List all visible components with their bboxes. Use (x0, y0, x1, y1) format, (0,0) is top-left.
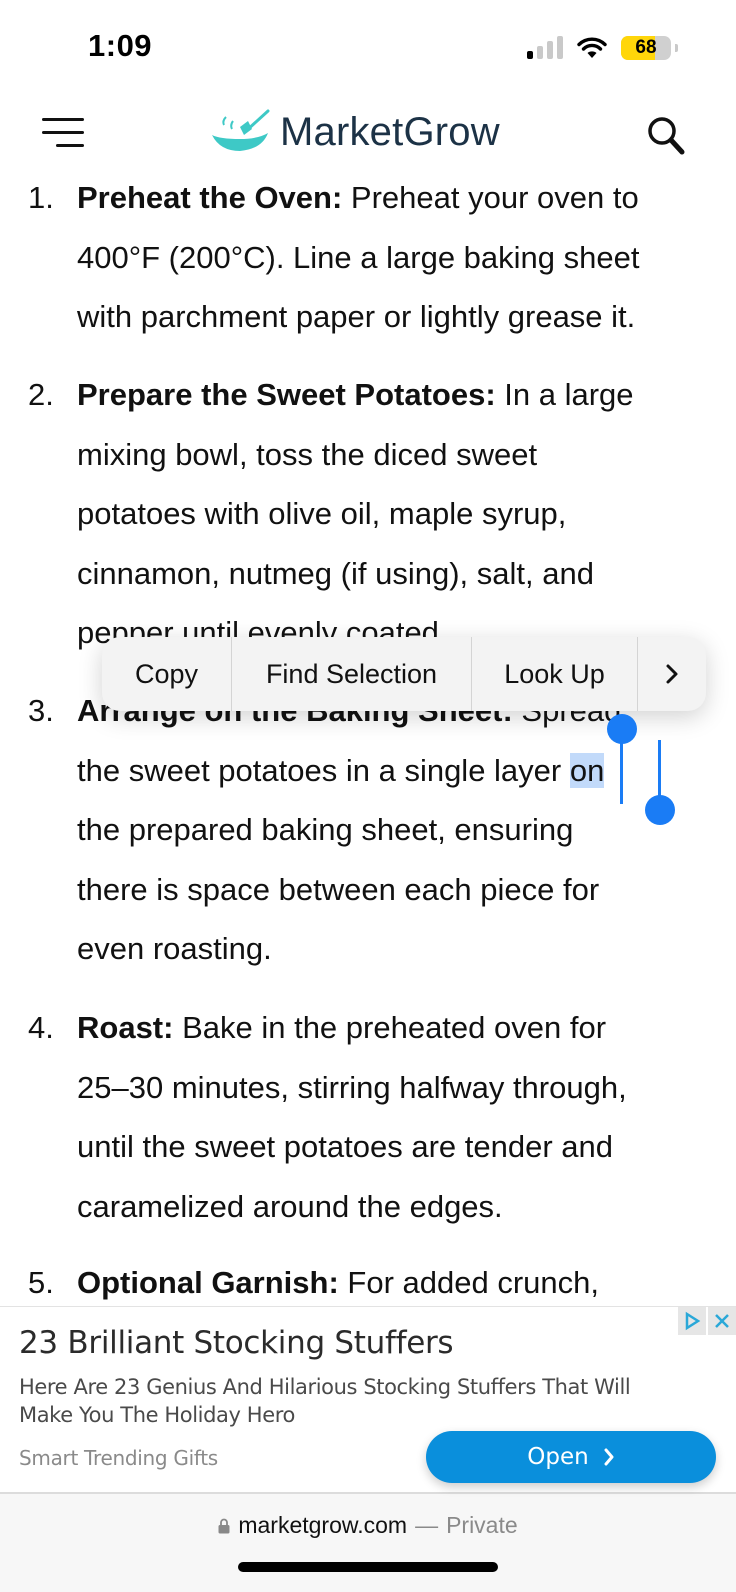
step-text-line: caramelized around the edges. (77, 1189, 503, 1225)
step-text-line: the sweet potatoes in a single layer on (77, 752, 605, 789)
step-body-text: In a large (495, 377, 634, 412)
step-text-line: until the sweet potatoes are tender and (77, 1129, 613, 1165)
step-number: 2. (28, 377, 54, 412)
copy-button[interactable]: Copy (102, 637, 232, 711)
browsing-mode: Private (446, 1512, 518, 1538)
ad-open-label: Open (527, 1444, 589, 1470)
step-text-line: Prepare the Sweet Potatoes: In a large (77, 377, 634, 413)
cellular-signal-icon (527, 36, 563, 59)
ad-source: Smart Trending Gifts (19, 1446, 218, 1470)
step-body-text: mixing bowl, toss the diced sweet (77, 436, 538, 472)
ad-title[interactable]: 23 Brilliant Stocking Stuffers (19, 1325, 454, 1361)
step-number: 4. (28, 1010, 54, 1045)
step-body-text: until the sweet potatoes are tender and (77, 1129, 613, 1164)
chevron-right-icon (666, 664, 678, 684)
find-selection-button[interactable]: Find Selection (232, 637, 472, 711)
step-text-line: cinnamon, nutmeg (if using), salt, and (77, 556, 594, 592)
step-body-text: the sweet potatoes in a single layer (77, 752, 570, 788)
text-selection-menu: Copy Find Selection Look Up (102, 637, 706, 711)
step-text-line: with parchment paper or lightly grease i… (77, 299, 635, 335)
step-number: 5. (28, 1265, 54, 1300)
ad-description[interactable]: Here Are 23 Genius And Hilarious Stockin… (19, 1373, 679, 1429)
step-text-line: 25–30 minutes, stirring halfway through, (77, 1070, 627, 1106)
more-options-button[interactable] (638, 637, 706, 711)
battery-level: 68 (635, 37, 657, 58)
lock-icon (218, 1518, 230, 1533)
step-body-text: cinnamon, nutmeg (if using), salt, and (77, 555, 594, 591)
step-body-text: 400°F (200°C). Line a large baking sheet (77, 239, 640, 275)
step-body-text: 25–30 minutes, stirring halfway through, (77, 1069, 627, 1105)
step-text-line: Preheat the Oven: Preheat your oven to (77, 180, 639, 216)
status-bar: 1:09 68 (0, 0, 736, 96)
step-text-line: Optional Garnish: For added crunch, (77, 1265, 599, 1301)
battery-nub (675, 44, 678, 52)
site-logo[interactable]: MarketGrow (210, 104, 500, 160)
step-text-line: there is space between each piece for (77, 872, 599, 908)
ad-banner[interactable]: 23 Brilliant Stocking Stuffers Here Are … (0, 1306, 736, 1494)
url-domain: marketgrow.com (238, 1512, 408, 1538)
step-body-text: Preheat your oven to (342, 180, 639, 215)
step-text-line: potatoes with olive oil, maple syrup, (77, 496, 566, 532)
ad-open-button[interactable]: Open (426, 1431, 716, 1483)
home-indicator[interactable] (238, 1562, 498, 1572)
step-body-text: For added crunch, (338, 1265, 599, 1300)
battery-icon: 68 (621, 36, 671, 60)
hamburger-menu-icon[interactable] (42, 118, 86, 148)
step-body-text: the prepared baking sheet, ensuring (77, 812, 574, 847)
step-heading: Prepare the Sweet Potatoes: (77, 377, 496, 412)
step-heading: Optional Garnish: (77, 1265, 339, 1300)
step-heading: Preheat the Oven: (77, 180, 343, 215)
wifi-icon (577, 37, 607, 58)
ad-close-icon[interactable] (708, 1307, 736, 1335)
step-body-text: there is space between each piece for (77, 871, 600, 907)
site-header: MarketGrow (0, 96, 736, 172)
step-body-text: caramelized around the edges. (77, 1188, 503, 1224)
step-body-text: with parchment paper or lightly grease i… (77, 299, 636, 334)
address-field[interactable]: marketgrow.com — Private (0, 1512, 736, 1539)
step-body-text: potatoes with olive oil, maple syrup, (77, 496, 567, 531)
browser-address-bar: marketgrow.com — Private (0, 1494, 736, 1592)
search-icon[interactable] (644, 114, 688, 158)
step-number: 1. (28, 180, 54, 215)
selected-text[interactable]: on (569, 752, 605, 788)
look-up-button[interactable]: Look Up (472, 637, 638, 711)
step-body-text: Bake in the preheated oven for (173, 1010, 607, 1045)
step-text-line: 400°F (200°C). Line a large baking sheet (77, 240, 639, 276)
chevron-right-icon (604, 1448, 614, 1466)
status-time: 1:09 (88, 28, 153, 63)
ad-choices-icon[interactable] (678, 1307, 706, 1335)
step-text-line: Roast: Bake in the preheated oven for (77, 1010, 606, 1046)
step-text-line: mixing bowl, toss the diced sweet (77, 437, 537, 473)
logo-text: MarketGrow (280, 109, 500, 154)
step-body-text: even roasting. (77, 931, 272, 966)
step-heading: Roast: (77, 1010, 174, 1045)
step-number: 3. (28, 693, 54, 728)
wok-logo-icon (212, 109, 270, 151)
url-separator: — (415, 1512, 439, 1538)
step-text-line: even roasting. (77, 931, 272, 967)
step-text-line: the prepared baking sheet, ensuring (77, 812, 573, 848)
status-indicators: 68 (527, 36, 678, 60)
